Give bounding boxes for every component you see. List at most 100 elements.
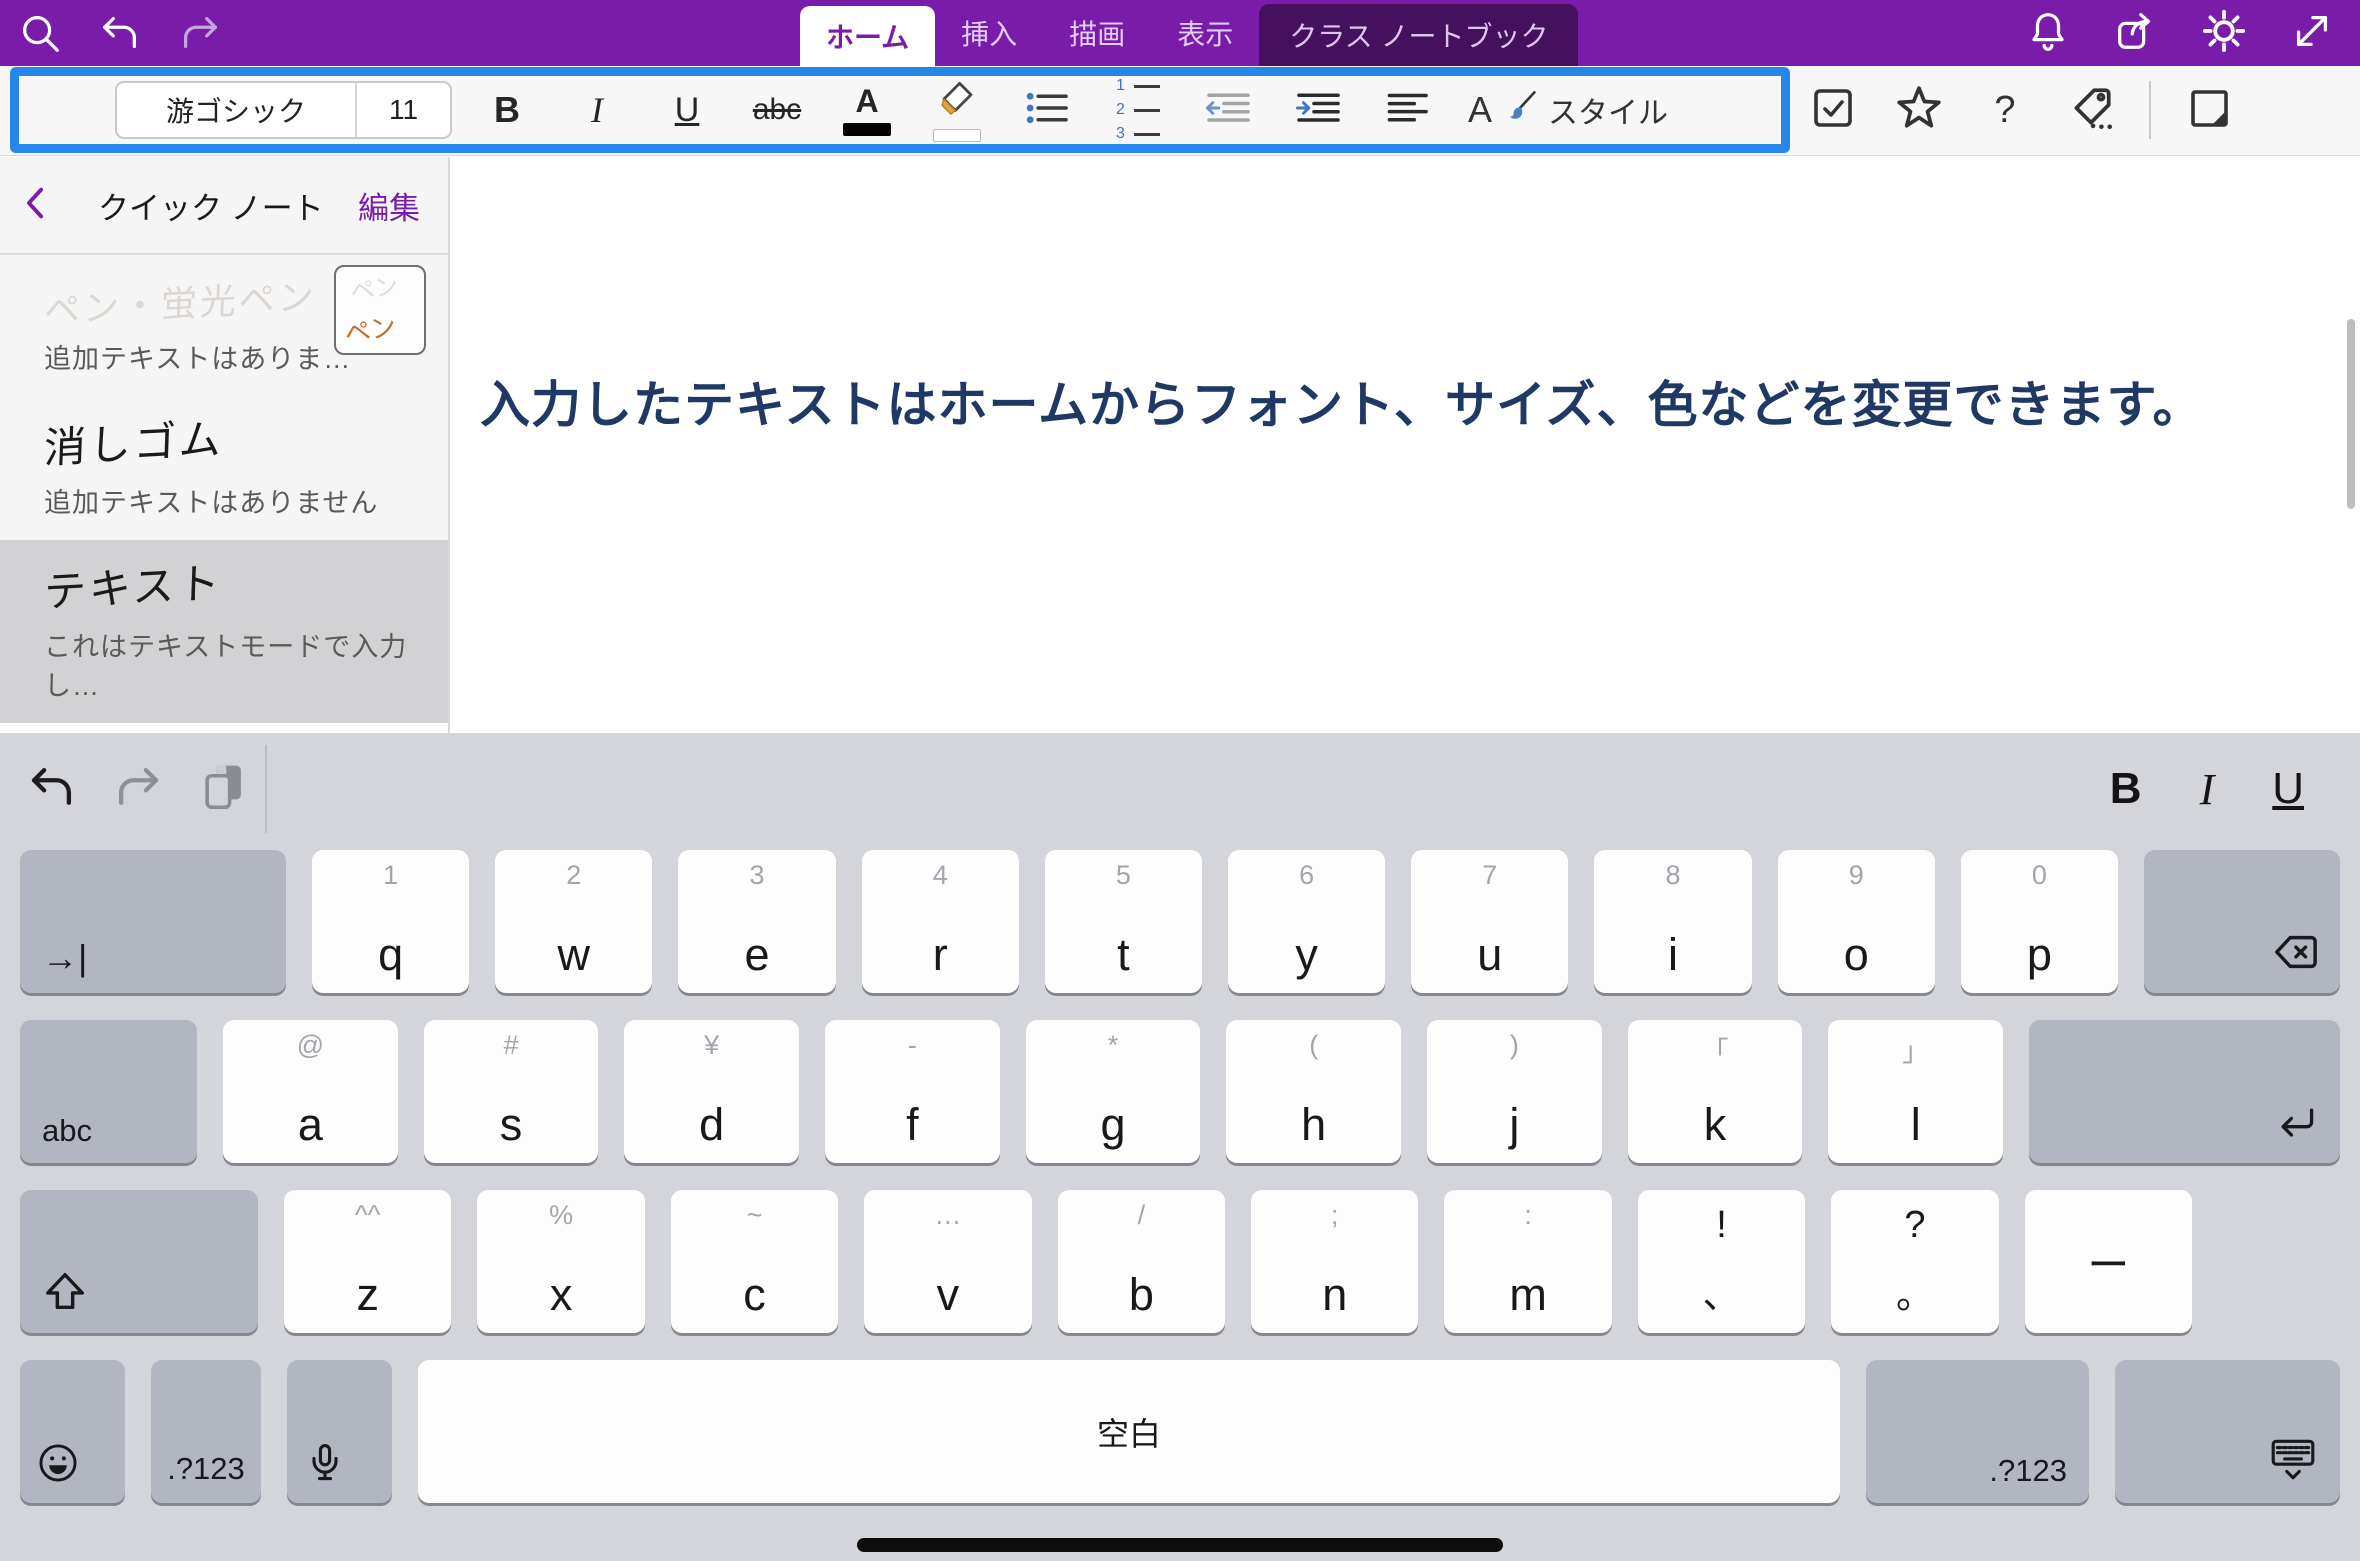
tab-home[interactable]: ホーム xyxy=(800,6,935,66)
key-q[interactable]: 1q xyxy=(312,850,469,993)
key-m[interactable]: :m xyxy=(1444,1190,1611,1333)
search-button[interactable] xyxy=(16,9,64,57)
shift-key[interactable] xyxy=(20,1190,258,1333)
key-z[interactable]: ^^z xyxy=(284,1190,451,1333)
home-indicator[interactable] xyxy=(857,1538,1503,1552)
key-v[interactable]: …v xyxy=(864,1190,1031,1333)
undo-button[interactable] xyxy=(96,9,144,57)
highlighter-button[interactable] xyxy=(926,78,988,142)
help-button[interactable]: ? xyxy=(1977,82,2033,138)
space-key[interactable]: 空白 xyxy=(418,1360,1840,1503)
key-h[interactable]: (h xyxy=(1226,1020,1401,1163)
key-y[interactable]: 6y xyxy=(1228,850,1385,993)
key-g[interactable]: *g xyxy=(1026,1020,1201,1163)
numbers-label: .?123 xyxy=(151,1451,261,1487)
key-label: x xyxy=(477,1269,644,1321)
key-exclamation-comma[interactable]: !、 xyxy=(1638,1190,1805,1333)
backspace-key[interactable] xyxy=(2144,850,2340,993)
note-text[interactable]: 入力したテキストはホームからフォント、サイズ、色などを変更できます。 xyxy=(480,365,2204,437)
fullscreen-button[interactable] xyxy=(2288,9,2336,57)
key-a[interactable]: @a xyxy=(223,1020,398,1163)
styles-button[interactable]: A スタイル xyxy=(1468,88,1668,132)
key-f[interactable]: -f xyxy=(825,1020,1000,1163)
key-d[interactable]: ¥d xyxy=(624,1020,799,1163)
font-size-select[interactable]: 11 xyxy=(355,83,450,137)
key-label: p xyxy=(1961,929,2118,981)
return-key[interactable] xyxy=(2029,1020,2340,1163)
numbers-label: .?123 xyxy=(1989,1453,2067,1489)
kb-italic-button[interactable]: I xyxy=(2200,764,2215,815)
numbered-list-button[interactable]: 1 2 3 xyxy=(1106,78,1168,142)
italic-button[interactable]: I xyxy=(566,78,628,142)
font-color-button[interactable]: A xyxy=(836,78,898,142)
underline-button[interactable]: U xyxy=(656,78,718,142)
redo-button[interactable] xyxy=(176,9,224,57)
kb-bold-button[interactable]: B xyxy=(2110,764,2142,814)
key-p[interactable]: 0p xyxy=(1961,850,2118,993)
page-list-item-selected[interactable]: テキスト これはテキストモードで入力し… xyxy=(0,540,448,723)
key-u[interactable]: 7u xyxy=(1411,850,1568,993)
key-label: d xyxy=(624,1099,799,1151)
key-l[interactable]: 」l xyxy=(1828,1020,2003,1163)
alignment-button[interactable] xyxy=(1376,78,1438,142)
key-w[interactable]: 2w xyxy=(495,850,652,993)
kb-undo-button[interactable] xyxy=(28,765,76,813)
edit-button[interactable]: 編集 xyxy=(358,183,420,228)
settings-button[interactable] xyxy=(2200,9,2248,57)
numbers-key-right[interactable]: .?123 xyxy=(1866,1360,2089,1503)
key-r[interactable]: 4r xyxy=(862,850,1019,993)
key-t[interactable]: 5t xyxy=(1045,850,1202,993)
key-label: j xyxy=(1427,1099,1602,1151)
kb-redo-button[interactable] xyxy=(114,765,162,813)
tab-insert[interactable]: 挿入 xyxy=(935,0,1043,66)
font-field: 游ゴシック 11 xyxy=(115,81,452,139)
todo-tag-button[interactable] xyxy=(1805,82,1861,138)
dictation-key[interactable] xyxy=(287,1360,392,1503)
key-sublabel: 9 xyxy=(1778,860,1935,891)
tab-view[interactable]: 表示 xyxy=(1151,0,1259,66)
tab-draw[interactable]: 描画 xyxy=(1043,0,1151,66)
outdent-button[interactable] xyxy=(1196,78,1258,142)
key-long-dash[interactable]: ー xyxy=(2025,1190,2192,1333)
page-options-button[interactable] xyxy=(2181,82,2237,138)
key-k[interactable]: 「k xyxy=(1628,1020,1803,1163)
key-sublabel: 3 xyxy=(678,860,835,891)
notifications-button[interactable] xyxy=(2024,9,2072,57)
custom-tags-button[interactable] xyxy=(2063,82,2119,138)
tab-key[interactable]: →| xyxy=(20,850,286,993)
tab-class-notebook[interactable]: クラス ノートブック xyxy=(1259,4,1578,66)
key-e[interactable]: 3e xyxy=(678,850,835,993)
star-tag-button[interactable] xyxy=(1891,82,1947,138)
numbers-key[interactable]: .?123 xyxy=(151,1360,261,1503)
page-list-item[interactable]: 消しゴム 追加テキストはありません xyxy=(0,396,448,540)
kb-paste-button[interactable] xyxy=(200,765,248,813)
onscreen-keyboard: B I U →| 1q 2w 3e 4r 5t 6y 7u 8i 9o 0p a… xyxy=(0,733,2360,1561)
key-s[interactable]: #s xyxy=(424,1020,599,1163)
dismiss-keyboard-key[interactable] xyxy=(2115,1360,2340,1503)
bold-button[interactable]: B xyxy=(476,78,538,142)
bullet-list-button[interactable] xyxy=(1016,78,1078,142)
note-canvas[interactable]: 入力したテキストはホームからフォント、サイズ、色などを変更できます。 xyxy=(452,157,2360,733)
font-name-select[interactable]: 游ゴシック xyxy=(117,90,355,130)
key-b[interactable]: /b xyxy=(1058,1190,1225,1333)
scrollbar[interactable] xyxy=(2347,319,2355,509)
page-icon xyxy=(2185,84,2233,137)
indent-button[interactable] xyxy=(1286,78,1348,142)
key-j[interactable]: )j xyxy=(1427,1020,1602,1163)
emoji-key[interactable] xyxy=(20,1360,125,1503)
abc-mode-key[interactable]: abc xyxy=(20,1020,197,1163)
key-o[interactable]: 9o xyxy=(1778,850,1935,993)
keyboard-row-1: →| 1q 2w 3e 4r 5t 6y 7u 8i 9o 0p xyxy=(0,850,2360,993)
strikethrough-button[interactable]: abc xyxy=(746,78,808,142)
key-n[interactable]: ;n xyxy=(1251,1190,1418,1333)
key-i[interactable]: 8i xyxy=(1594,850,1751,993)
key-x[interactable]: %x xyxy=(477,1190,644,1333)
key-c[interactable]: ~c xyxy=(671,1190,838,1333)
kb-underline-button[interactable]: U xyxy=(2272,764,2304,814)
page-list-item[interactable]: ペン・蛍光ペン 追加テキストはありま… ペン ペン xyxy=(0,255,448,396)
back-button[interactable] xyxy=(0,186,70,225)
share-button[interactable] xyxy=(2112,9,2160,57)
key-question-period[interactable]: ?。 xyxy=(1831,1190,1998,1333)
key-label: k xyxy=(1628,1099,1803,1151)
font-color-swatch xyxy=(843,123,891,136)
